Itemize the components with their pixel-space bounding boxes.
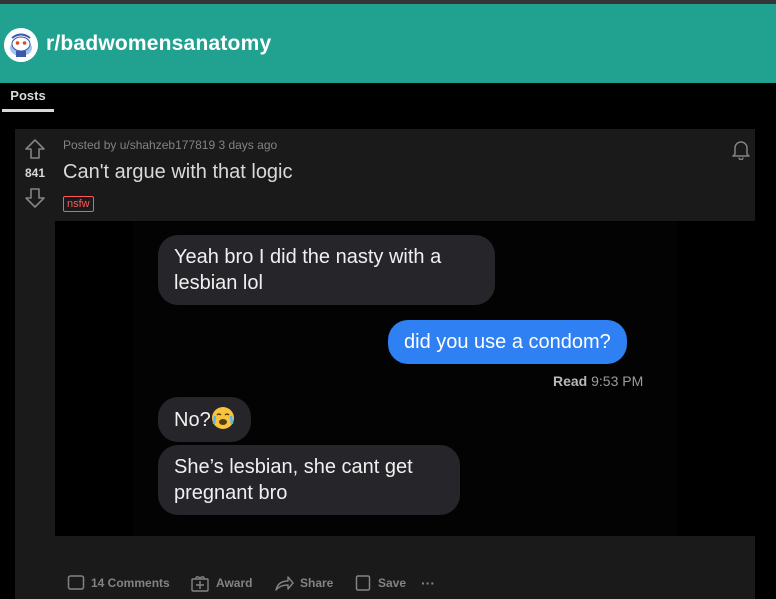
post-meta[interactable]: Posted by u/shahzeb177819 3 days ago xyxy=(63,138,277,152)
read-label: Read xyxy=(553,373,588,389)
message-text: No? xyxy=(174,409,211,431)
tab-posts[interactable]: Posts xyxy=(2,89,54,112)
comments-button[interactable]: 14 Comments xyxy=(67,569,170,597)
post-image[interactable]: Yeah bro I did the nasty with a lesbian … xyxy=(55,221,755,536)
upvote-icon[interactable] xyxy=(24,138,46,160)
read-time: 9:53 PM xyxy=(591,373,644,389)
message-bubble-incoming: No? xyxy=(158,397,251,442)
message-screenshot: Yeah bro I did the nasty with a lesbian … xyxy=(133,221,678,536)
more-icon[interactable]: ··· xyxy=(421,569,435,597)
comment-icon xyxy=(67,575,85,590)
share-button[interactable]: Share xyxy=(274,569,333,597)
read-receipt: Read 9:53 PM xyxy=(553,373,643,389)
vote-count: 841 xyxy=(24,166,46,180)
downvote-icon[interactable] xyxy=(24,187,46,209)
award-icon xyxy=(191,576,209,592)
bell-icon[interactable] xyxy=(730,138,752,161)
nsfw-flair: nsfw xyxy=(63,196,94,212)
subreddit-banner: r/badwomensanatomy xyxy=(0,4,776,83)
post-title[interactable]: Can't argue with that logic xyxy=(63,161,293,184)
crying-emoji-icon xyxy=(211,406,235,430)
message-bubble-incoming: Yeah bro I did the nasty with a lesbian … xyxy=(158,235,495,305)
message-bubble-incoming: She’s lesbian, she cant get pregnant bro xyxy=(158,445,460,515)
award-button[interactable]: Award xyxy=(190,569,252,597)
message-bubble-outgoing: did you use a condom? xyxy=(388,320,627,364)
post-card[interactable]: 841 Posted by u/shahzeb177819 3 days ago… xyxy=(15,129,755,599)
post-actions: 14 Comments Award Share Save ··· xyxy=(55,569,755,597)
subreddit-name[interactable]: r/badwomensanatomy xyxy=(46,32,271,56)
snoo-avatar-icon[interactable] xyxy=(4,28,38,62)
tab-bar: Posts xyxy=(0,83,776,113)
save-icon xyxy=(355,575,371,591)
share-icon xyxy=(275,576,294,591)
save-button[interactable]: Save xyxy=(354,569,406,597)
